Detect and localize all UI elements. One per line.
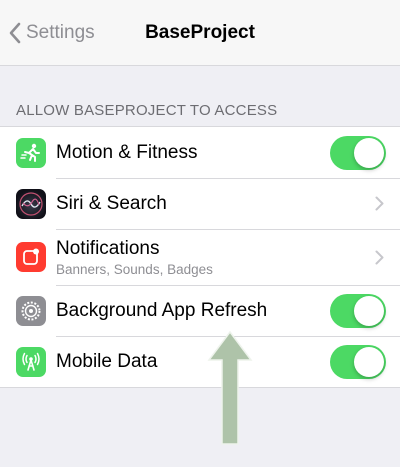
section-header: ALLOW BASEPROJECT TO ACCESS bbox=[16, 102, 278, 119]
row-notifications[interactable]: Notifications Banners, Sounds, Badges bbox=[0, 229, 400, 285]
toggle-knob bbox=[354, 137, 384, 168]
toggle-knob bbox=[354, 295, 384, 326]
motion-fitness-toggle[interactable] bbox=[330, 135, 386, 170]
row-label: Background App Refresh bbox=[56, 299, 268, 321]
permissions-list: Motion & Fitness Siri & Search Notificat… bbox=[0, 126, 400, 388]
gear-icon bbox=[16, 295, 46, 326]
row-mobile-data[interactable]: Mobile Data bbox=[0, 336, 400, 387]
background-app-refresh-toggle[interactable] bbox=[330, 293, 386, 328]
row-subtitle: Banners, Sounds, Badges bbox=[56, 261, 213, 277]
row-siri-search[interactable]: Siri & Search bbox=[0, 178, 400, 229]
chevron-right-icon bbox=[375, 196, 384, 211]
row-label: Mobile Data bbox=[56, 350, 158, 372]
page-title: BaseProject bbox=[145, 22, 255, 43]
row-label: Notifications bbox=[56, 237, 160, 259]
siri-icon bbox=[16, 188, 46, 219]
navigation-bar: Settings BaseProject bbox=[0, 0, 400, 66]
row-background-app-refresh[interactable]: Background App Refresh bbox=[0, 285, 400, 336]
row-label: Siri & Search bbox=[56, 192, 167, 214]
annotation-arrow-icon bbox=[207, 330, 253, 445]
mobile-data-toggle[interactable] bbox=[330, 344, 386, 379]
row-label: Motion & Fitness bbox=[56, 141, 198, 163]
motion-fitness-icon bbox=[16, 137, 46, 168]
notifications-icon bbox=[16, 242, 46, 272]
chevron-right-icon bbox=[375, 250, 384, 264]
toggle-knob bbox=[354, 346, 384, 377]
row-motion-fitness[interactable]: Motion & Fitness bbox=[0, 127, 400, 178]
antenna-icon bbox=[16, 346, 46, 377]
